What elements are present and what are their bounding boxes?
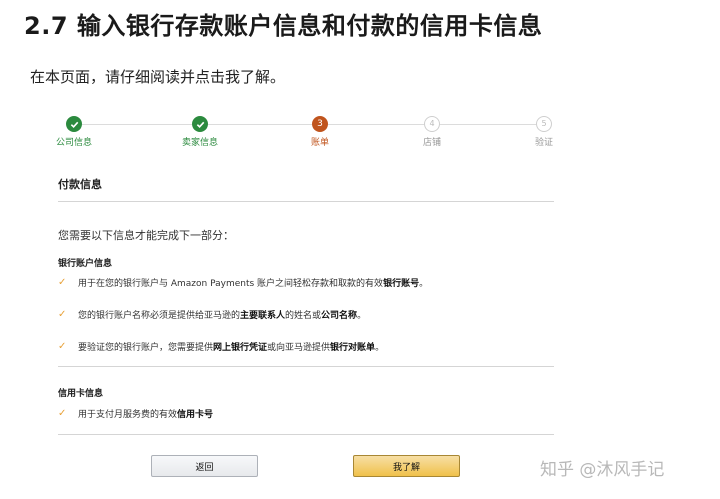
check-icon: ✓ [58,407,67,419]
registration-panel: 公司信息 卖家信息 3 账单 4 店铺 5 验证 付款信息 您需要以下信息才能完… [40,110,580,490]
step-label: 店铺 [422,138,441,148]
bank-info-title: 银行账户信息 [58,259,113,269]
bank-item-account-name: ✓ 您的银行账户名称必须是提供给亚马逊的 主要联系人 的姓名或 公司名称。 [58,308,367,321]
step-number: 5 [536,116,552,132]
bank-item-verification: ✓ 要验证您的银行账户，您需要提供 网上银行凭证 或向亚马逊提供 银行对账单。 [58,340,385,353]
divider [58,434,554,435]
step-label: 公司信息 [55,138,92,148]
payment-info-title: 付款信息 [58,178,102,191]
credit-card-info-title: 信用卡信息 [58,389,104,399]
check-icon: ✓ [58,308,67,320]
zhihu-watermark: 知乎 @沐风手记 [540,460,665,480]
back-button[interactable]: 返回 [151,455,258,477]
step-label: 账单 [310,138,329,148]
progress-stepper: 公司信息 卖家信息 3 账单 4 店铺 5 验证 [40,110,580,152]
step-billing: 3 账单 [280,116,360,148]
i-understand-button[interactable]: 我了解 [353,455,460,477]
check-icon [66,116,82,132]
requirements-intro: 您需要以下信息才能完成下一部分： [58,229,234,242]
step-seller-info: 卖家信息 [160,116,240,148]
intro-text: 在本页面，请仔细阅读并点击我了解。 [30,68,286,86]
step-number: 4 [424,116,440,132]
card-item-number: ✓ 用于支付月服务费的有效 信用卡号 [58,407,214,420]
page-heading: 2.7 输入银行存款账户信息和付款的信用卡信息 [24,12,543,40]
divider [58,366,554,367]
check-icon: ✓ [58,276,67,288]
divider [58,201,554,202]
step-company-info: 公司信息 [34,116,114,148]
check-icon: ✓ [58,340,67,352]
check-icon [192,116,208,132]
step-label: 验证 [534,138,553,148]
bank-item-account-number: ✓ 用于在您的银行账户与 Amazon Payments 账户之间轻松存款和取款… [58,276,429,289]
step-verification: 5 验证 [504,116,584,148]
step-number: 3 [312,116,328,132]
step-label: 卖家信息 [181,138,218,148]
step-store: 4 店铺 [392,116,472,148]
